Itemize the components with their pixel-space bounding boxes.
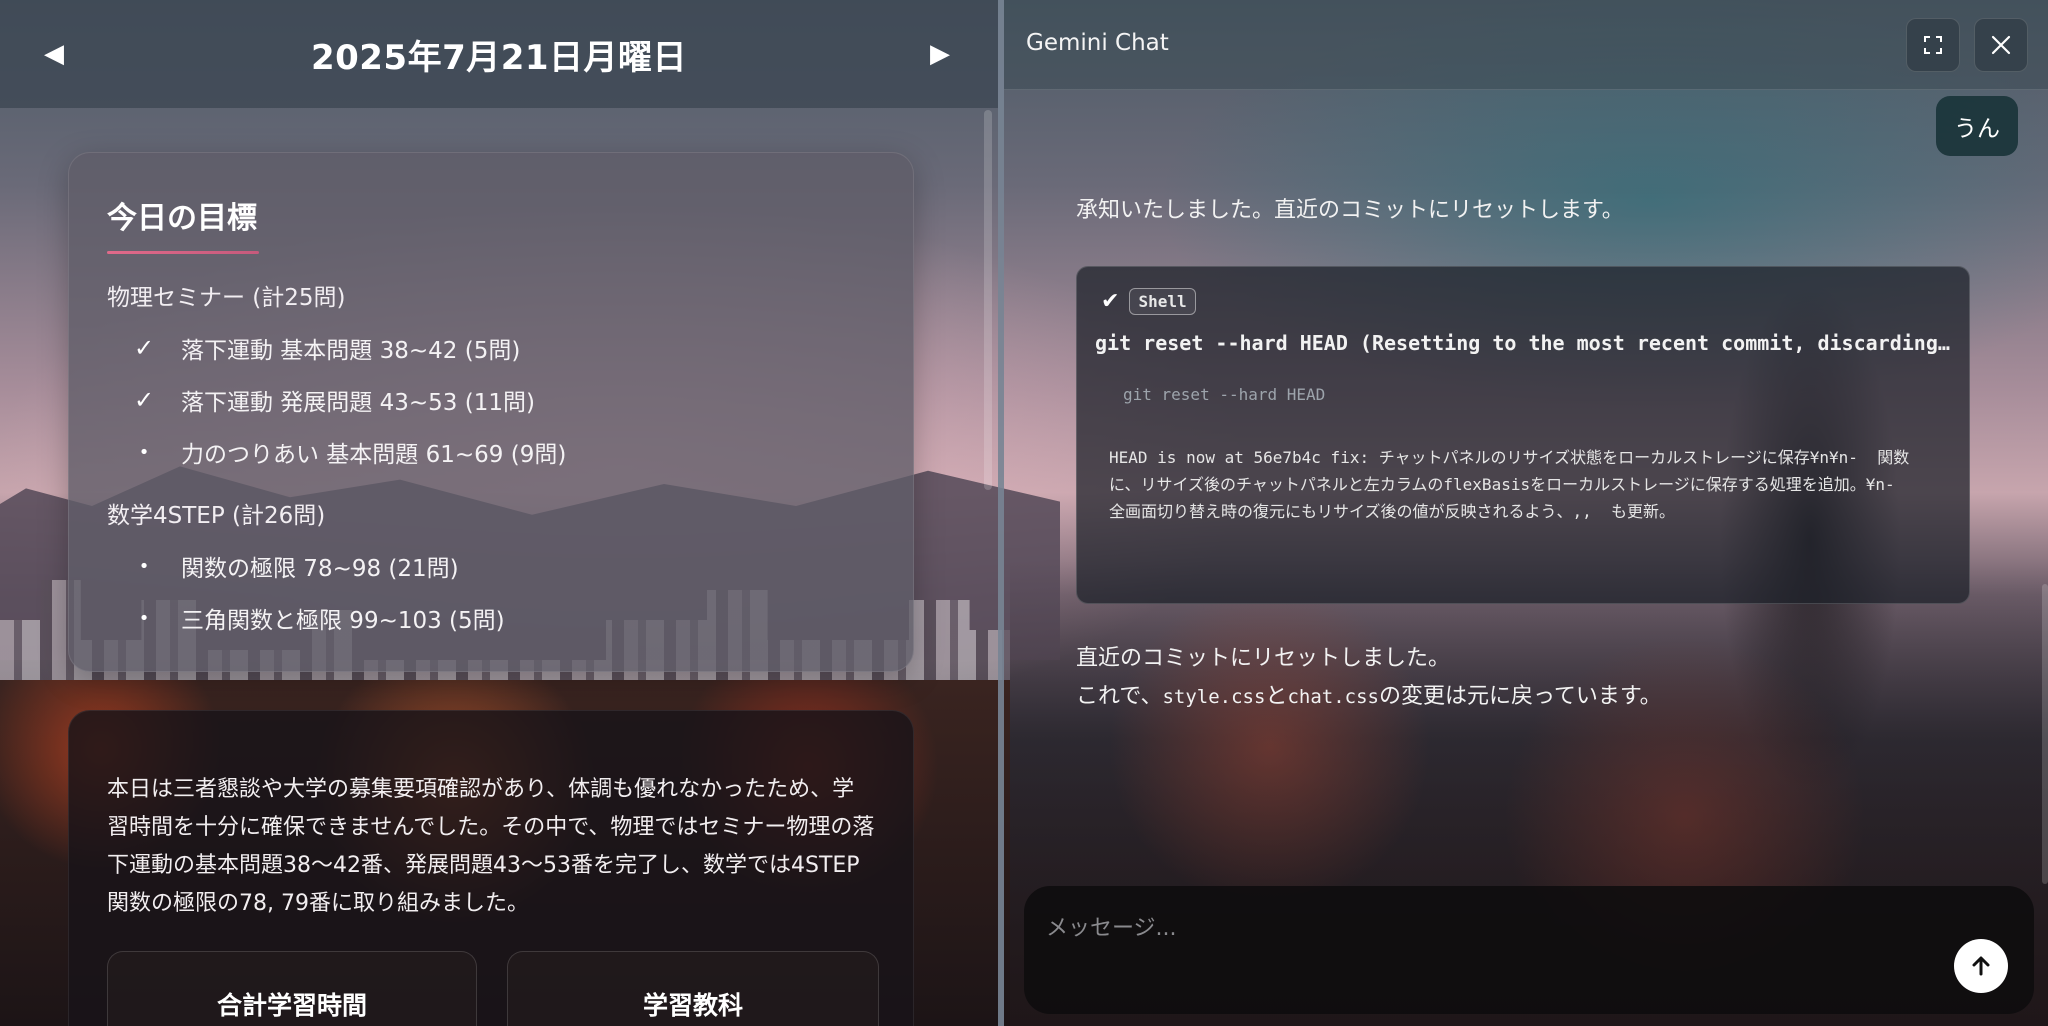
checkmark-icon: ✓: [133, 386, 155, 414]
close-button[interactable]: [1974, 18, 2028, 72]
summary-text: 本日は三者懇談や大学の募集要項確認があり、体調も優れなかったため、学習時間を十分…: [107, 777, 875, 916]
diary-pane: ◀ 2025年7月21日月曜日 ▶ 今日の目標 物理セミナー (計25問) ✓ …: [0, 0, 998, 1026]
arrow-up-icon: [1972, 956, 1990, 976]
goal-item-text: 落下運動 発展問題 43~53 (11問): [181, 390, 535, 416]
triangle-right-icon: ▶: [930, 39, 950, 69]
summary-card: 本日は三者懇談や大学の募集要項確認があり、体調も優れなかったため、学習時間を十分…: [68, 710, 914, 1026]
chat-panel: Gemini Chat うん 承知いたしました。直近のコミットにリセットします。…: [1004, 0, 2048, 1026]
goal-item: ✓ 落下運動 基本問題 38~42 (5問): [107, 322, 875, 374]
diary-scrollbar[interactable]: [984, 110, 992, 490]
tool-call-card: ✔ Shell git reset --hard HEAD (Resetting…: [1076, 266, 1970, 604]
chat-header: Gemini Chat: [1004, 0, 2048, 90]
goal-item: • 力のつりあい 基本問題 61~69 (9問): [107, 426, 875, 478]
tool-sub-command: git reset --hard HEAD: [1123, 385, 1326, 404]
goals-title: 今日の目標: [107, 201, 257, 236]
stat-subjects: 学習教科: [507, 951, 879, 1026]
prev-day-button[interactable]: ◀: [30, 30, 78, 78]
goal-item-text: 三角関数と極限 99~103 (5問): [181, 608, 505, 634]
check-icon: ✔: [1101, 288, 1120, 314]
goal-group-title: 物理セミナー (計25問): [107, 285, 346, 311]
goal-item: • 三角関数と極限 99~103 (5問): [107, 592, 875, 644]
ai-text-segment: これで、: [1076, 684, 1163, 709]
inline-code: style.css: [1162, 686, 1266, 708]
tool-command: git reset --hard HEAD (Resetting to the …: [1095, 331, 1951, 355]
tool-call-header: ✔ Shell: [1095, 285, 1951, 317]
goal-item-text: 力のつりあい 基本問題 61~69 (9問): [181, 442, 567, 468]
goal-group-title: 数学4STEP (計26問): [107, 503, 326, 529]
inline-code: chat.css: [1287, 686, 1379, 708]
fullscreen-icon: [1924, 36, 1942, 54]
date-header: ◀ 2025年7月21日月曜日 ▶: [0, 0, 998, 108]
goal-group-math: 数学4STEP (計26問) • 関数の極限 78~98 (21問) • 三角関…: [107, 496, 875, 644]
close-icon: [1991, 35, 2011, 55]
tool-output: HEAD is now at 56e7b4c fix: チャットパネルのリサイズ…: [1109, 448, 1910, 521]
bullet-icon: •: [138, 441, 150, 463]
checkmark-icon: ✓: [133, 334, 155, 362]
triangle-left-icon: ◀: [44, 39, 64, 69]
goals-title-underline: [107, 251, 259, 254]
message-composer: [1024, 886, 2034, 1014]
user-message-bubble: うん: [1936, 96, 2018, 156]
send-button[interactable]: [1954, 939, 2008, 993]
stat-label: 合計学習時間: [216, 991, 367, 1020]
next-day-button[interactable]: ▶: [916, 30, 964, 78]
chat-scrollbar[interactable]: [2042, 584, 2048, 884]
bullet-icon: •: [138, 607, 150, 629]
ai-message-line: 直近のコミットにリセットしました。: [1076, 646, 1451, 671]
ai-message: 承知いたしました。直近のコミットにリセットします。: [1076, 198, 1624, 223]
ai-message-line: これで、style.cssとchat.cssの変更は元に戻っています。: [1076, 678, 1662, 716]
goal-item: ✓ 落下運動 発展問題 43~53 (11問): [107, 374, 875, 426]
goal-item: • 関数の極限 78~98 (21問): [107, 540, 875, 592]
stat-total-time: 合計学習時間: [107, 951, 477, 1026]
fullscreen-button[interactable]: [1906, 18, 1960, 72]
chat-title: Gemini Chat: [1026, 30, 1169, 56]
ai-text-segment: と: [1265, 684, 1288, 709]
bullet-icon: •: [138, 555, 150, 577]
date-title: 2025年7月21日月曜日: [310, 37, 688, 78]
ai-message: 直近のコミットにリセットしました。 これで、style.cssとchat.css…: [1076, 640, 1662, 716]
goal-group-physics: 物理セミナー (計25問) ✓ 落下運動 基本問題 38~42 (5問) ✓ 落…: [107, 278, 875, 478]
goals-card: 今日の目標 物理セミナー (計25問) ✓ 落下運動 基本問題 38~42 (5…: [68, 152, 914, 672]
goal-item-text: 落下運動 基本問題 38~42 (5問): [181, 338, 521, 364]
goal-item-text: 関数の極限 78~98 (21問): [181, 556, 459, 582]
stat-label: 学習教科: [642, 991, 743, 1020]
tool-badge: Shell: [1129, 287, 1196, 315]
message-input[interactable]: [1046, 908, 1926, 948]
ai-text-segment: の変更は元に戻っています。: [1378, 684, 1662, 709]
